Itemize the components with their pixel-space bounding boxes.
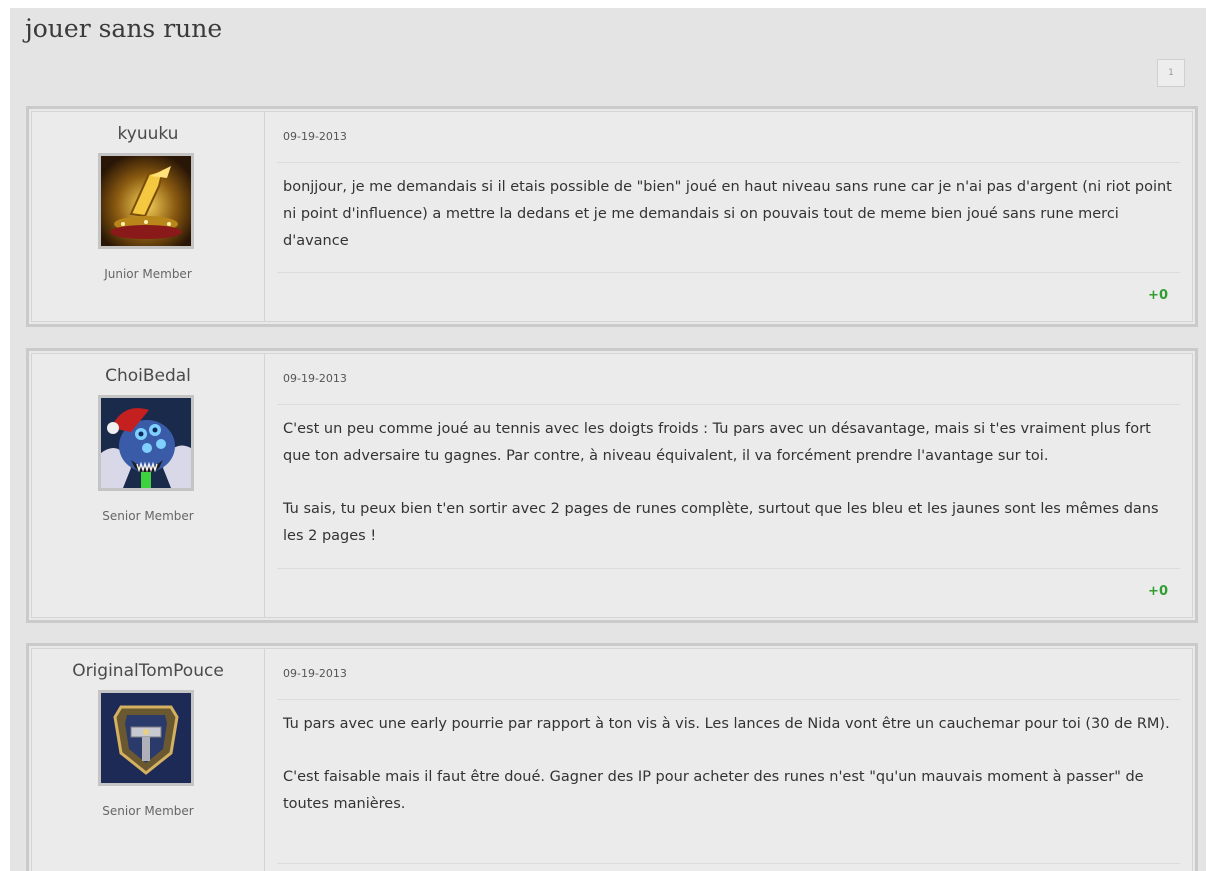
post-body: bonjjour, je me demandais si il etais po…	[283, 174, 1174, 255]
post-paragraph: bonjjour, je me demandais si il etais po…	[283, 179, 1172, 249]
member-rank: Senior Member	[102, 804, 194, 818]
vote-count[interactable]: +0	[1148, 584, 1168, 599]
post-paragraph: C'est un peu comme joué au tennis avec l…	[283, 421, 1151, 464]
divider	[277, 272, 1180, 273]
post-author-panel: OriginalTomPouce Senior Member	[32, 649, 265, 871]
forum-post: ChoiBedal Senior Member 09-19-2013 C'est…	[26, 348, 1198, 623]
post-body: Tu pars avec une early pourrie par rappo…	[283, 711, 1174, 818]
post-paragraph: Tu pars avec une early pourrie par rappo…	[283, 716, 1170, 732]
author-name[interactable]: kyuuku	[32, 124, 264, 144]
pagination-label: 1	[1168, 68, 1174, 78]
member-rank: Junior Member	[104, 267, 192, 281]
post-paragraph: C'est faisable mais il faut être doué. G…	[283, 769, 1144, 812]
avatar[interactable]	[98, 153, 194, 249]
post-content: 09-19-2013 C'est un peu comme joué au te…	[265, 354, 1192, 617]
forum-post: OriginalTomPouce Senior Member 09-19-201…	[26, 643, 1198, 871]
divider	[277, 863, 1180, 864]
post-content: 09-19-2013 bonjjour, je me demandais si …	[265, 112, 1192, 321]
author-name[interactable]: ChoiBedal	[32, 366, 264, 386]
thread-title: jouer sans rune	[25, 14, 223, 43]
post-paragraph: Tu sais, tu peux bien t'en sortir avec 2…	[283, 501, 1159, 544]
divider	[277, 568, 1180, 569]
forum-post: kyuuku Junior Member 09-19-2013 bonjjour…	[26, 106, 1198, 327]
post-author-panel: ChoiBedal Senior Member	[32, 354, 265, 617]
forum-thread-page: jouer sans rune 1 kyuuku Junior Member 0…	[10, 8, 1206, 871]
divider	[277, 162, 1180, 163]
vote-count[interactable]: +0	[1148, 288, 1168, 303]
golden-gauntlet-avatar-icon	[101, 156, 191, 246]
pagination-button[interactable]: 1	[1157, 59, 1185, 87]
post-author-panel: kyuuku Junior Member	[32, 112, 265, 321]
shield-hammer-avatar-icon	[101, 693, 191, 783]
divider	[277, 699, 1180, 700]
avatar[interactable]	[98, 690, 194, 786]
divider	[277, 404, 1180, 405]
post-date: 09-19-2013	[283, 130, 347, 143]
post-content: 09-19-2013 Tu pars avec une early pourri…	[265, 649, 1192, 871]
post-date: 09-19-2013	[283, 372, 347, 385]
author-name[interactable]: OriginalTomPouce	[32, 661, 264, 681]
member-rank: Senior Member	[102, 509, 194, 523]
post-date: 09-19-2013	[283, 667, 347, 680]
post-body: C'est un peu comme joué au tennis avec l…	[283, 416, 1174, 550]
avatar[interactable]	[98, 395, 194, 491]
blue-monster-santa-hat-avatar-icon	[101, 398, 191, 488]
